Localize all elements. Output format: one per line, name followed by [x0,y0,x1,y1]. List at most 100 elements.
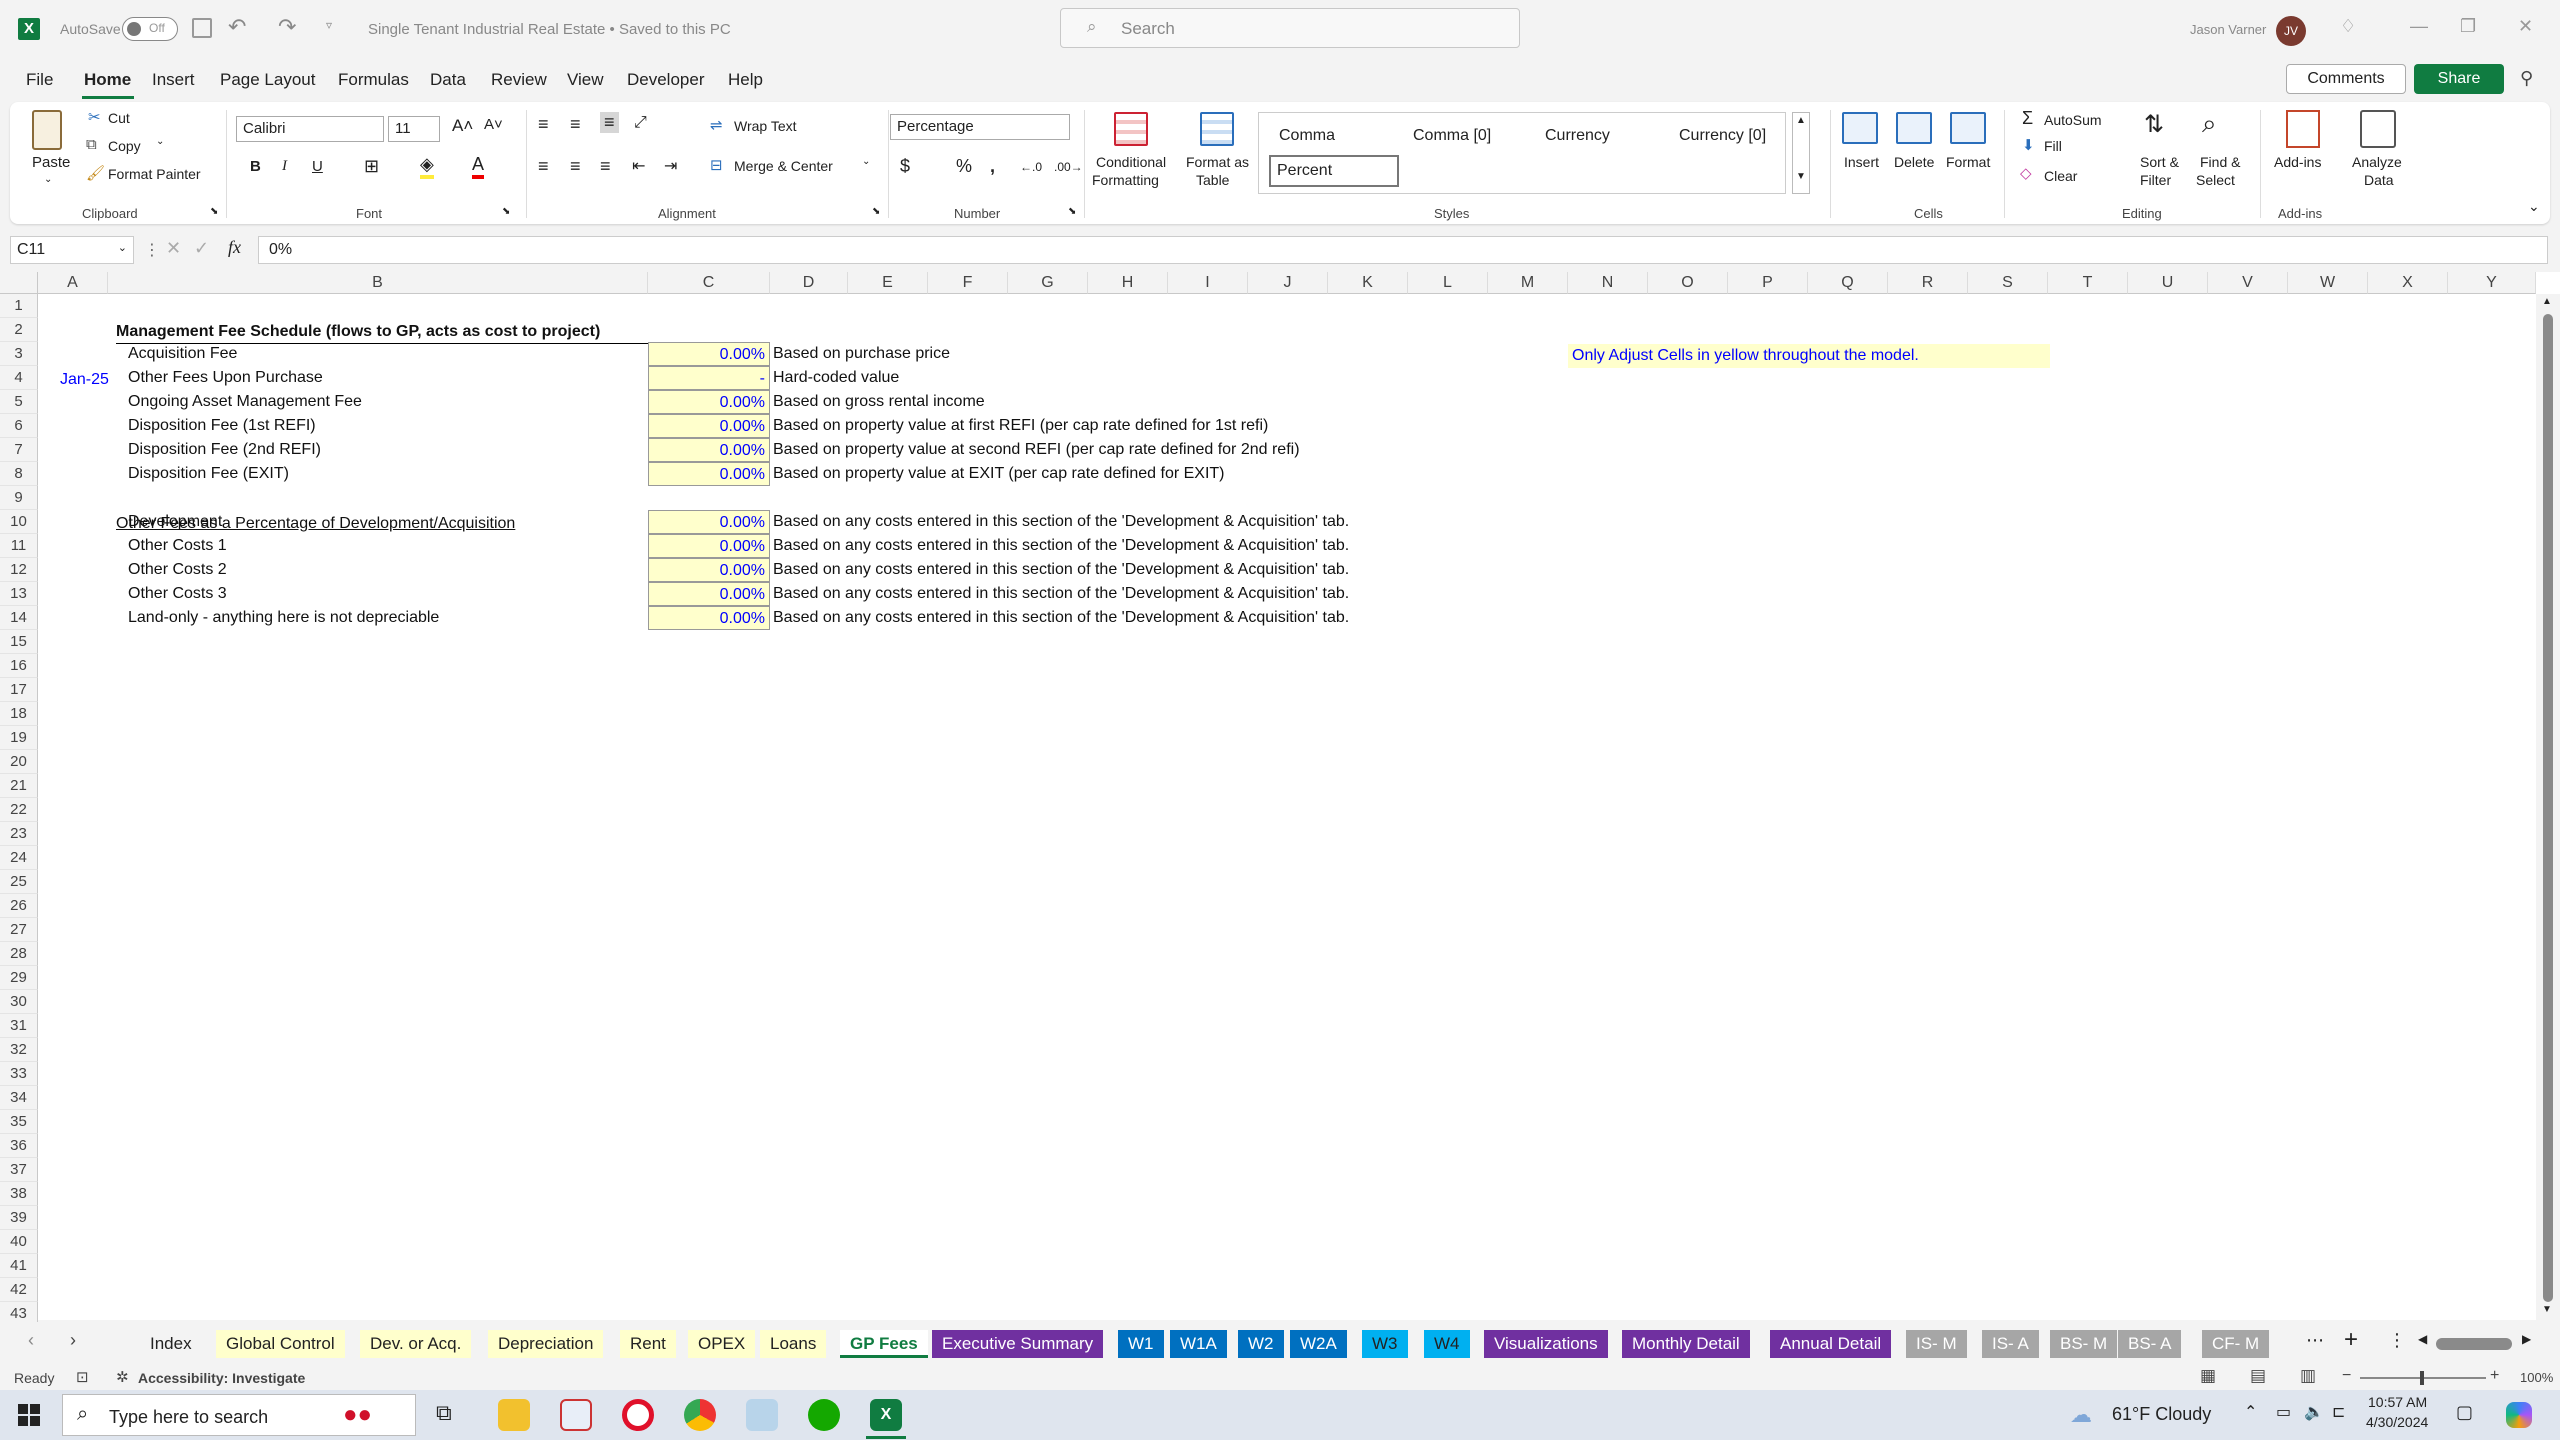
sheet-tab[interactable]: Annual Detail [1770,1330,1892,1358]
fee-description[interactable]: Based on gross rental income [773,390,985,414]
column-header[interactable]: F [928,272,1008,294]
sheet-tab[interactable]: W1 [1118,1330,1164,1358]
fee-label[interactable]: Ongoing Asset Management Fee [128,390,362,414]
instruction-note-cell[interactable]: Only Adjust Cells in yellow throughout t… [1568,344,2050,368]
increase-decimal-icon[interactable]: ←.0 [1020,160,1042,174]
column-header[interactable]: R [1888,272,1968,294]
scroll-up-icon[interactable]: ▲ [2542,296,2552,307]
sheet-tab[interactable]: W2 [1238,1330,1284,1358]
tab-review[interactable]: Review [491,70,547,90]
row-header[interactable]: 7 [0,438,38,462]
fee-input-cell[interactable]: 0.00% [648,558,770,582]
collapse-ribbon-icon[interactable]: ⌄ [2528,198,2540,215]
row-header[interactable]: 27 [0,918,38,942]
style-percent-selected[interactable]: Percent [1269,155,1399,187]
fee-label[interactable]: Disposition Fee (EXIT) [128,462,289,486]
style-comma[interactable]: Comma [1279,127,1335,145]
copy-button[interactable]: Copy [108,138,141,154]
row-header[interactable]: 36 [0,1134,38,1158]
sheet-tab[interactable]: W1A [1170,1330,1227,1358]
row-header[interactable]: 4 [0,366,38,390]
tab-options-icon[interactable]: ⋮ [2388,1330,2406,1351]
column-header[interactable]: G [1008,272,1088,294]
fee-label[interactable]: Land-only - anything here is not depreci… [128,606,439,630]
fee-label[interactable]: Development [128,510,222,534]
fee-input-cell[interactable]: 0.00% [648,342,770,366]
sheet-tab[interactable]: Loans [760,1330,827,1358]
hscroll-left-icon[interactable]: ◀ [2418,1332,2427,1346]
sheet-tab[interactable]: Index [140,1330,202,1358]
find-select-line1[interactable]: Find & [2200,154,2240,170]
more-sheets-icon[interactable]: ⋯ [2306,1330,2324,1351]
column-header[interactable]: K [1328,272,1408,294]
row-header[interactable]: 37 [0,1158,38,1182]
align-center-icon[interactable]: ≡ [570,156,581,177]
font-size-select[interactable]: 11 [388,116,440,142]
battery-icon[interactable]: ▭ [2276,1402,2291,1422]
prev-sheet-icon[interactable]: ‹ [28,1330,34,1351]
volume-icon[interactable]: 🔈 [2304,1402,2324,1422]
row-header[interactable]: 40 [0,1230,38,1254]
top-align-icon[interactable]: ≡ [538,114,549,135]
format-painter-button[interactable]: Format Painter [108,166,201,182]
sheet-tab[interactable]: IS- A [1982,1330,2039,1358]
borders-icon[interactable]: ⊞ [364,156,379,177]
column-header[interactable]: B [108,272,648,294]
zoom-slider-thumb[interactable] [2420,1371,2424,1385]
copy-chevron-icon[interactable]: ⌄ [156,136,164,147]
alignment-launcher-icon[interactable]: ⬊ [872,206,880,217]
row-header[interactable]: 5 [0,390,38,414]
merge-center-button[interactable]: Merge & Center [734,158,833,174]
tab-developer[interactable]: Developer [627,70,705,90]
sheet-tab[interactable]: Rent [620,1330,676,1358]
tab-formulas[interactable]: Formulas [338,70,409,90]
share-button[interactable]: Share [2414,64,2504,94]
orientation-icon[interactable]: ⤢ [634,114,647,132]
gallery-more-icon[interactable]: ▼ [1796,171,1806,182]
fee-input-cell[interactable]: 0.00% [648,414,770,438]
font-color-icon[interactable]: A [472,154,485,179]
bottom-align-icon[interactable]: ≡ [600,112,619,133]
restore-icon[interactable]: ❐ [2460,16,2476,37]
column-header[interactable]: U [2128,272,2208,294]
tab-view[interactable]: View [567,70,604,90]
row-header[interactable]: 31 [0,1014,38,1038]
clipboard-launcher-icon[interactable]: ⬊ [210,206,218,217]
fee-label[interactable]: Other Costs 2 [128,558,227,582]
analyze-data-line1[interactable]: Analyze [2352,154,2402,170]
row-header[interactable]: 14 [0,606,38,630]
format-as-table-line2[interactable]: Table [1196,172,1229,188]
row-header[interactable]: 30 [0,990,38,1014]
wrap-text-button[interactable]: Wrap Text [734,118,797,134]
autosave-toggle[interactable]: Off [122,17,178,41]
percent-style-icon[interactable]: % [956,156,972,177]
align-left-icon[interactable]: ≡ [538,156,549,177]
row-header[interactable]: 22 [0,798,38,822]
weather-text[interactable]: 61°F Cloudy [2112,1404,2211,1425]
row-header[interactable]: 3 [0,342,38,366]
task-view-icon[interactable]: ⧉ [436,1400,452,1426]
minimize-icon[interactable]: — [2410,16,2428,37]
next-sheet-icon[interactable]: › [70,1330,76,1351]
scroll-down-icon[interactable]: ▼ [2542,1304,2552,1315]
document-title[interactable]: Single Tenant Industrial Real Estate • S… [368,21,731,38]
row-header[interactable]: 34 [0,1086,38,1110]
file-explorer-icon[interactable] [498,1399,530,1431]
style-currency-0[interactable]: Currency [0] [1679,127,1766,145]
bold-icon[interactable]: B [250,158,261,175]
formula-input[interactable]: 0% [258,236,2548,264]
new-sheet-icon[interactable]: + [2344,1326,2358,1354]
row-header[interactable]: 20 [0,750,38,774]
gallery-up-icon[interactable]: ▲ [1796,115,1806,126]
decrease-font-icon[interactable]: A˅ [484,116,503,133]
fee-label[interactable]: Disposition Fee (1st REFI) [128,414,316,438]
ribbon-display-icon[interactable]: ⚲ [2520,68,2533,89]
row-header[interactable]: 13 [0,582,38,606]
select-all-corner[interactable] [0,272,38,294]
comma-style-icon[interactable]: , [990,156,995,177]
copilot-icon[interactable] [2506,1402,2532,1428]
sheet-tab[interactable]: W2A [1290,1330,1347,1358]
sort-filter-line2[interactable]: Filter [2140,172,2171,188]
page-break-view-icon[interactable]: ▥ [2300,1366,2316,1386]
redo-icon[interactable]: ↷ [278,14,296,40]
